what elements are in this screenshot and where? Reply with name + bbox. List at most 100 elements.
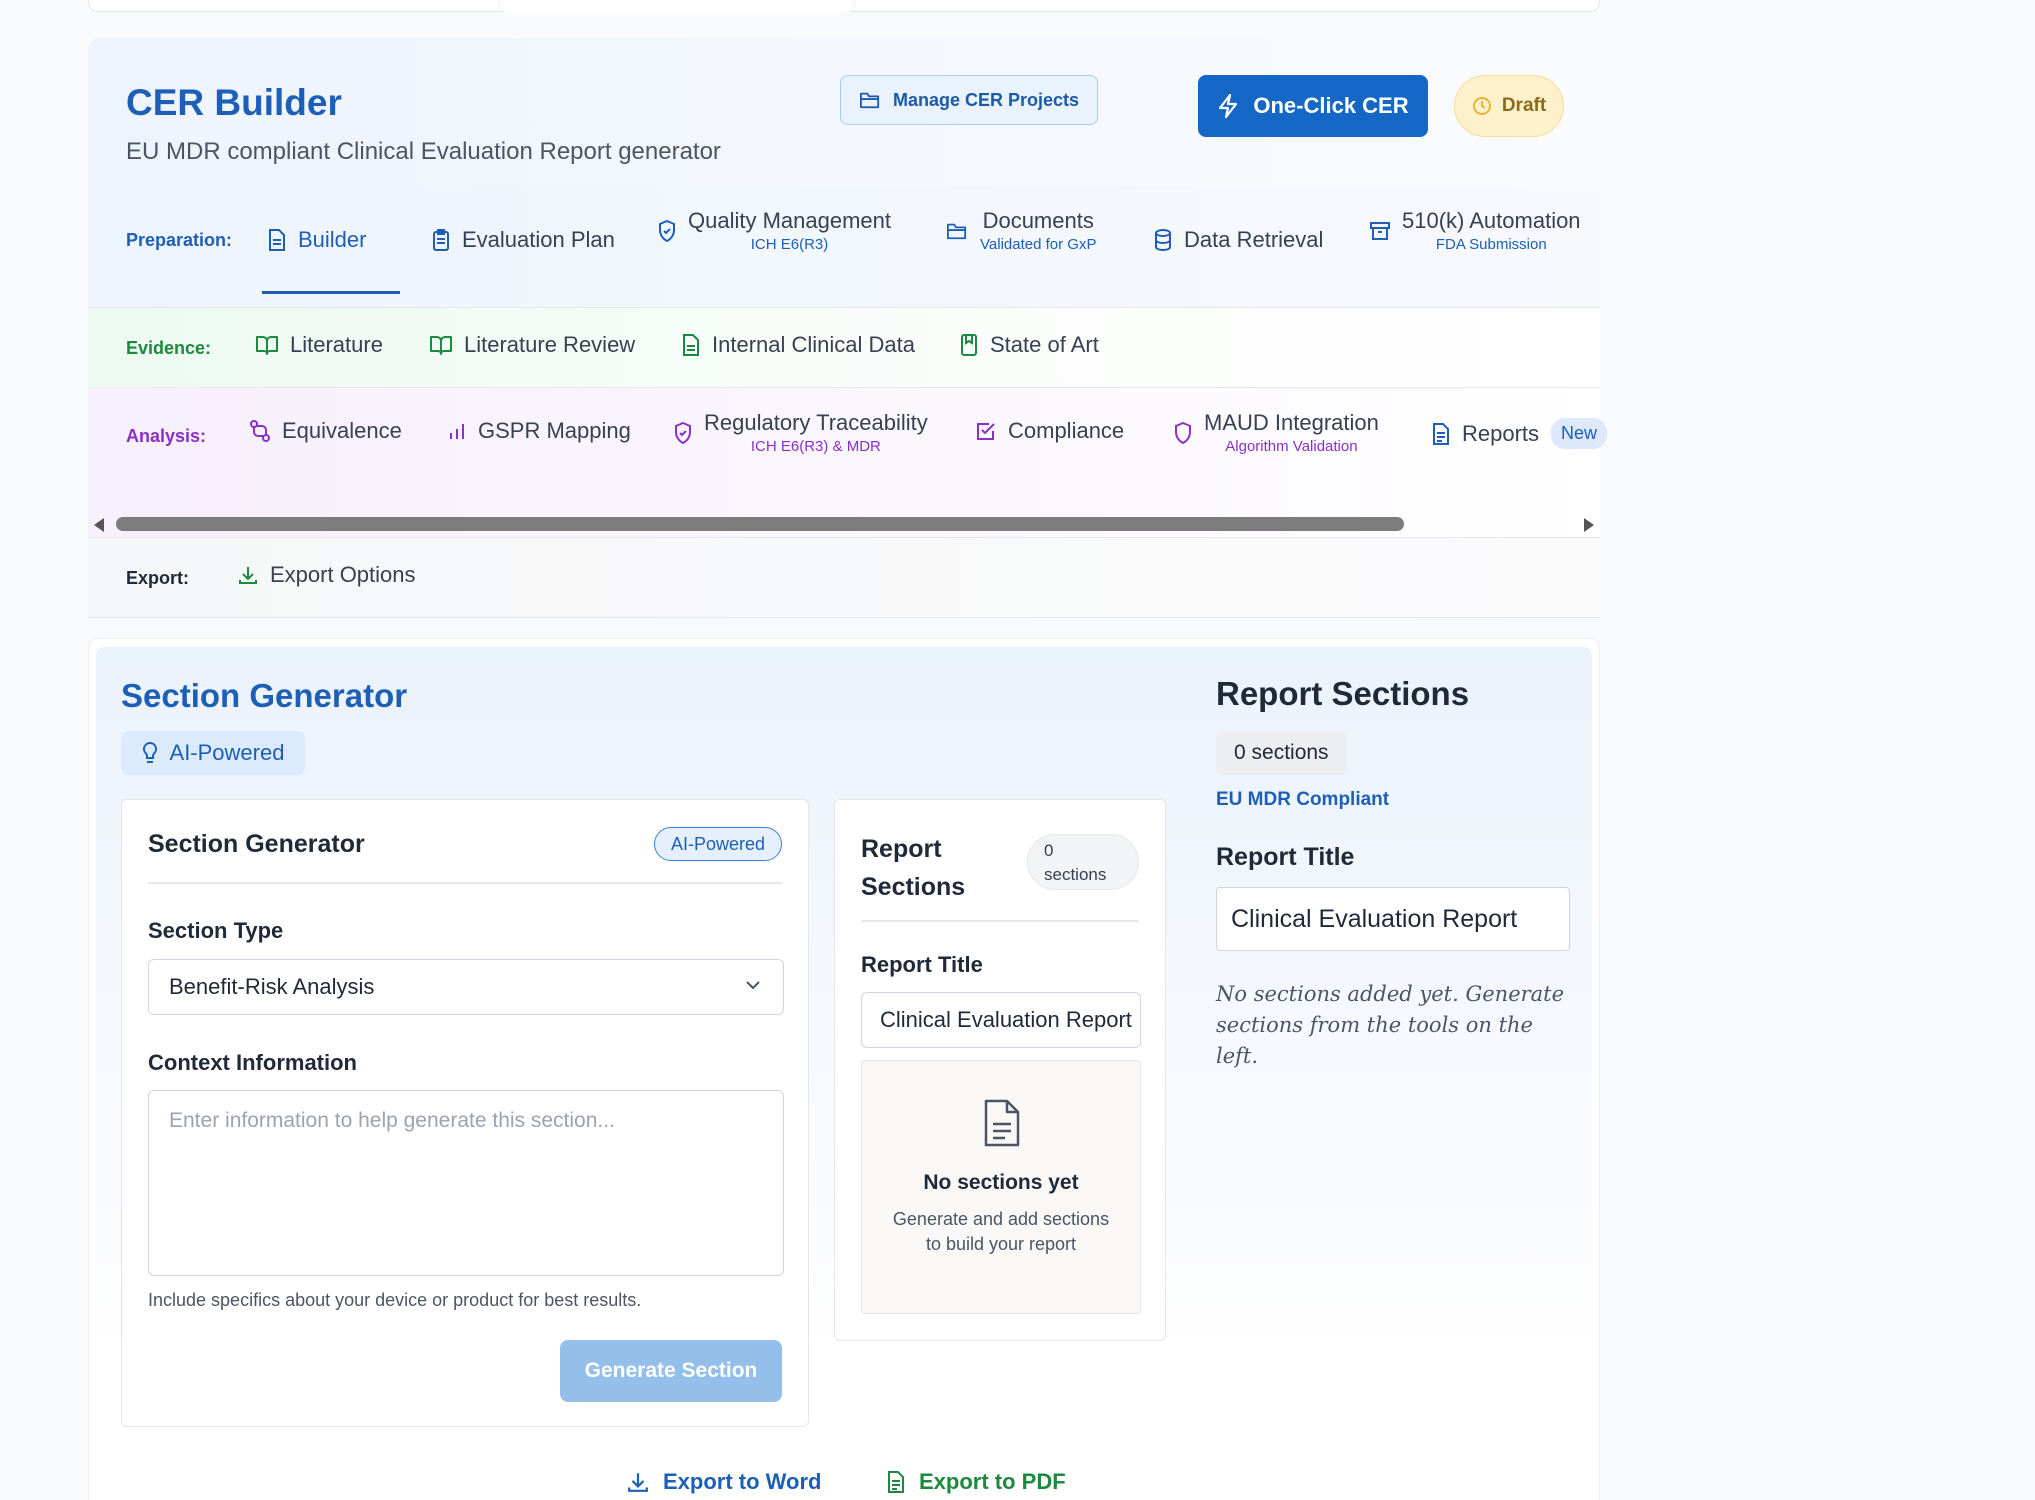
export-to-pdf-link[interactable]: Export to PDF <box>887 1469 1066 1495</box>
tab-export-options[interactable]: Export Options <box>238 562 416 588</box>
tab-data-retrieval-label: Data Retrieval <box>1184 227 1324 252</box>
clock-icon <box>1472 96 1492 116</box>
tab-documents-sub: Validated for GxP <box>980 236 1097 253</box>
top-tab-active[interactable] <box>499 0 855 13</box>
one-click-cer-button[interactable]: One-Click CER <box>1198 75 1428 137</box>
section-type-select[interactable]: Benefit-Risk Analysis <box>148 959 784 1015</box>
tab-quality-management-sub: ICH E6(R3) <box>750 236 829 253</box>
tab-literature-label: Literature <box>290 332 383 357</box>
tab-internal-clinical-data[interactable]: Internal Clinical Data <box>682 332 915 358</box>
card-title: Section Generator <box>148 830 365 858</box>
tab-state-of-art[interactable]: State of Art <box>960 332 1099 358</box>
evidence-nav-row: Evidence: Literature Literature Review I… <box>88 308 1600 388</box>
divider <box>148 882 782 884</box>
tab-internal-clinical-data-label: Internal Clinical Data <box>712 332 915 357</box>
section-generator-card: Section Generator AI-Powered Section Typ… <box>121 799 809 1427</box>
status-badge: Draft <box>1454 75 1564 137</box>
lightning-icon <box>1217 93 1239 119</box>
report-title-label: Report Title <box>861 952 983 977</box>
manage-cer-projects-label: Manage CER Projects <box>892 89 1080 110</box>
one-click-cer-label: One-Click CER <box>1253 93 1409 118</box>
analysis-nav-row: Analysis: Equivalence GSPR Mapping Regul… <box>88 388 1608 538</box>
database-icon <box>1154 229 1172 251</box>
tab-510k-automation[interactable]: 510(k) Automation FDA Submission <box>1370 210 1581 252</box>
side-report-sections-title: Report Sections <box>1216 675 1470 712</box>
scrollbar-thumb[interactable] <box>116 517 1404 531</box>
tab-compliance[interactable]: Compliance <box>976 418 1124 444</box>
bar-chart-icon <box>448 421 466 441</box>
evidence-label: Evidence: <box>126 338 212 358</box>
tab-equivalence-label: Equivalence <box>282 418 402 443</box>
chevron-down-icon <box>745 980 761 990</box>
tab-equivalence[interactable]: Equivalence <box>250 418 402 444</box>
tab-literature-review-label: Literature Review <box>464 332 636 357</box>
export-to-pdf-label: Export to PDF <box>919 1469 1066 1494</box>
analysis-scrollbar[interactable] <box>88 514 1600 536</box>
folder-icon <box>946 221 968 241</box>
eu-mdr-compliant-label: EU MDR Compliant <box>1216 789 1390 810</box>
tab-builder-label: Builder <box>298 227 367 252</box>
side-report-title-input[interactable]: Clinical Evaluation Report <box>1216 887 1570 951</box>
tab-documents[interactable]: Documents Validated for GxP <box>946 210 1096 252</box>
preparation-label: Preparation: <box>126 230 233 250</box>
top-tab-strip <box>88 0 1600 13</box>
file-icon <box>682 334 700 356</box>
tab-maud-integration[interactable]: MAUD Integration Algorithm Validation <box>1174 412 1379 454</box>
cer-builder-shell: CER Builder EU MDR compliant Clinical Ev… <box>88 38 1608 1500</box>
tab-quality-management[interactable]: Quality Management ICH E6(R3) <box>658 210 891 252</box>
tab-builder[interactable]: Builder <box>268 216 366 264</box>
page-title: CER Builder <box>126 82 342 123</box>
tab-literature-review[interactable]: Literature Review <box>430 332 635 358</box>
file-text-icon <box>982 1099 1022 1147</box>
scroll-right-arrow[interactable] <box>1584 518 1594 532</box>
git-compare-icon <box>250 420 270 442</box>
report-sections-card: Report Sections 0 sections Report Title … <box>834 799 1166 1341</box>
status-label: Draft <box>1501 95 1547 116</box>
generate-section-button[interactable]: Generate Section <box>560 1340 782 1402</box>
divider <box>861 920 1139 922</box>
tab-regulatory-traceability-sub: ICH E6(R3) & MDR <box>750 438 881 455</box>
report-sections-title: Report Sections <box>861 835 966 901</box>
archive-icon <box>1370 221 1390 241</box>
manage-cer-projects-button[interactable]: Manage CER Projects <box>840 75 1098 125</box>
section-generator-panel: Section Generator AI-Powered Section Gen… <box>88 638 1600 1500</box>
section-generator-title: Section Generator <box>121 677 408 714</box>
empty-sections-state: No sections yet Generate and add section… <box>861 1060 1141 1314</box>
context-hint: Include specifics about your device or p… <box>148 1290 642 1310</box>
report-sections-side-panel: Report Sections 0 sections EU MDR Compli… <box>1216 639 1596 1339</box>
tab-documents-label: Documents <box>982 208 1094 233</box>
section-type-label: Section Type <box>148 918 284 943</box>
tab-maud-integration-label: MAUD Integration <box>1204 410 1379 435</box>
export-to-word-link[interactable]: Export to Word <box>627 1469 821 1495</box>
context-information-textarea[interactable]: Enter information to help generate this … <box>148 1090 784 1276</box>
sections-count-badge: 0 sections <box>1027 834 1139 890</box>
context-information-label: Context Information <box>148 1050 357 1075</box>
report-title-input[interactable]: Clinical Evaluation Report <box>861 992 1141 1048</box>
sections-count-number: 0 <box>1044 841 1054 860</box>
tab-reports[interactable]: Reports New <box>1432 418 1608 449</box>
tab-gspr-mapping-label: GSPR Mapping <box>478 418 631 443</box>
tab-compliance-label: Compliance <box>1008 418 1125 443</box>
tab-gspr-mapping[interactable]: GSPR Mapping <box>448 418 631 444</box>
page-subtitle: EU MDR compliant Clinical Evaluation Rep… <box>126 138 721 165</box>
bookmark-book-icon <box>960 334 978 356</box>
tab-state-of-art-label: State of Art <box>990 332 1099 357</box>
tab-evaluation-plan[interactable]: Evaluation Plan <box>432 216 615 264</box>
folder-open-icon <box>859 90 881 110</box>
document-icon <box>268 229 286 251</box>
ai-powered-label: AI-Powered <box>169 740 285 765</box>
tab-reports-label: Reports <box>1462 420 1540 446</box>
tab-literature[interactable]: Literature <box>256 332 383 358</box>
clipboard-icon <box>432 229 450 251</box>
tab-510k-automation-sub: FDA Submission <box>1435 236 1547 253</box>
tab-export-options-label: Export Options <box>270 562 416 587</box>
new-badge: New <box>1551 418 1608 449</box>
tab-regulatory-traceability[interactable]: Regulatory Traceability ICH E6(R3) & MDR <box>674 412 928 454</box>
active-tab-underline <box>262 291 400 294</box>
no-sections-message: No sections added yet. Generate sections… <box>1216 982 1565 1068</box>
tab-data-retrieval[interactable]: Data Retrieval <box>1154 216 1323 264</box>
download-icon <box>627 1471 649 1493</box>
scroll-left-arrow[interactable] <box>94 518 104 532</box>
ai-powered-badge: AI-Powered <box>121 731 305 775</box>
tab-evaluation-plan-label: Evaluation Plan <box>462 227 615 252</box>
